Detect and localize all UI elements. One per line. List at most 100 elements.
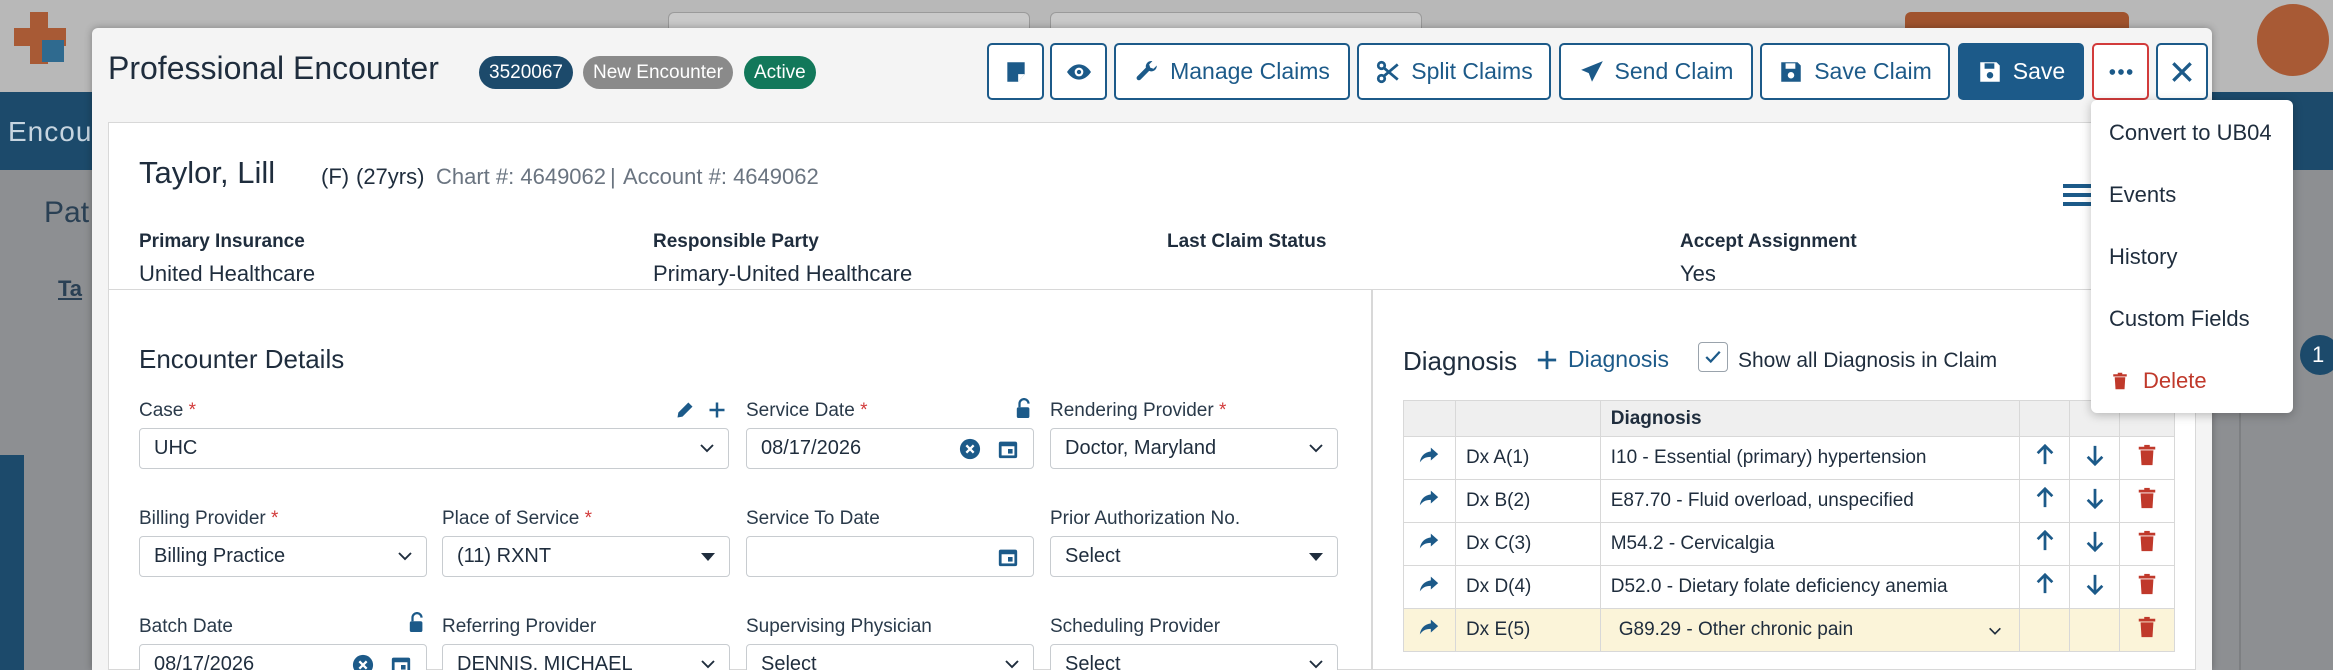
service-to-date-input[interactable] — [746, 536, 1034, 577]
calendar-icon[interactable] — [390, 654, 412, 670]
pencil-icon[interactable] — [675, 400, 695, 420]
arrow-up-icon[interactable] — [2034, 572, 2056, 596]
chart-number: Chart #: 4649062 — [436, 164, 607, 189]
bg-section-heading: Pat — [44, 196, 90, 229]
bg-sidebar — [0, 455, 24, 670]
unlock-icon[interactable] — [408, 612, 426, 634]
split-claims-label: Split Claims — [1411, 58, 1533, 84]
dx-description-select[interactable]: G89.29 - Other chronic pain — [1599, 608, 2021, 652]
trash-icon[interactable] — [2136, 486, 2158, 510]
menu-item-custom-fields[interactable]: Custom Fields — [2109, 306, 2250, 332]
encounter-details-panel: Encounter Details Case * UHC Service Dat… — [108, 290, 1372, 670]
responsible-party-label: Responsible Party — [653, 231, 819, 252]
dx-code: Dx B(2) — [1454, 479, 1601, 523]
accept-assignment-label: Accept Assignment — [1680, 231, 1857, 252]
new-encounter-badge: New Encounter — [583, 56, 733, 89]
menu-item-delete[interactable]: Delete — [2111, 368, 2207, 394]
case-label: Case * — [139, 400, 197, 421]
preview-button[interactable] — [1050, 43, 1107, 100]
case-select[interactable]: UHC — [139, 428, 729, 469]
notes-button[interactable] — [987, 43, 1044, 100]
split-claims-button[interactable]: Split Claims — [1357, 43, 1551, 100]
trash-icon[interactable] — [2136, 529, 2158, 553]
batch-date-input[interactable]: 08/17/2026 — [139, 644, 427, 670]
manage-claims-label: Manage Claims — [1170, 58, 1330, 84]
clear-circle-icon[interactable] — [959, 438, 981, 460]
trash-icon[interactable] — [2136, 572, 2158, 596]
save-button[interactable]: Save — [1958, 43, 2084, 100]
share-arrow-icon[interactable] — [1417, 530, 1441, 552]
share-arrow-icon[interactable] — [1417, 444, 1441, 466]
service-date-input[interactable]: 08/17/2026 — [746, 428, 1034, 469]
chevron-down-icon — [1989, 627, 2002, 635]
place-of-service-select[interactable]: (11) RXNT — [442, 536, 730, 577]
chevron-down-icon — [1309, 444, 1323, 453]
trash-icon[interactable] — [2136, 443, 2158, 467]
send-claim-button[interactable]: Send Claim — [1559, 43, 1753, 100]
supervising-physician-select[interactable]: Select — [746, 644, 1034, 670]
add-diagnosis-button[interactable]: Diagnosis — [1536, 346, 1669, 373]
sticky-note-icon — [1006, 61, 1025, 82]
table-row: Dx C(3) M54.2 - Cervicalgia — [1403, 522, 2175, 566]
show-all-diagnosis-label: Show all Diagnosis in Claim — [1738, 349, 1998, 372]
app-logo-icon — [14, 12, 66, 64]
patient-name: Taylor, Lill — [139, 155, 276, 190]
close-button[interactable] — [2156, 43, 2208, 100]
diagnosis-table-header: Diagnosis — [1403, 400, 2175, 437]
rendering-provider-select[interactable]: Doctor, Maryland — [1050, 428, 1338, 469]
wrench-icon — [1136, 60, 1157, 80]
menu-item-convert-ub04[interactable]: Convert to UB04 — [2109, 120, 2272, 146]
dx-code: Dx E(5) — [1454, 608, 1601, 652]
bg-patient-link: Ta — [58, 276, 83, 301]
batch-date-label: Batch Date — [139, 616, 233, 637]
prior-authorization-label: Prior Authorization No. — [1050, 508, 1241, 529]
plus-icon[interactable] — [707, 400, 727, 420]
modal-title: Professional Encounter — [108, 50, 439, 86]
save-claim-button[interactable]: Save Claim — [1760, 43, 1950, 100]
prior-authorization-select[interactable]: Select — [1050, 536, 1338, 577]
plus-icon — [1537, 350, 1557, 369]
trash-icon[interactable] — [2136, 615, 2158, 639]
show-all-diagnosis-checkbox[interactable] — [1698, 342, 1728, 372]
rendering-provider-label: Rendering Provider * — [1050, 400, 1227, 421]
accept-assignment-value: Yes — [1680, 261, 1716, 286]
share-arrow-icon[interactable] — [1417, 487, 1441, 509]
arrow-down-icon[interactable] — [2084, 443, 2106, 467]
arrow-up-icon[interactable] — [2034, 529, 2056, 553]
primary-insurance-value: United Healthcare — [139, 261, 316, 286]
encounter-id-badge: 3520067 — [479, 56, 573, 89]
hamburger-menu-icon[interactable] — [2063, 183, 2091, 207]
diagnosis-table: Diagnosis Dx A(1) I10 - Essential (prima… — [1403, 400, 2175, 652]
share-arrow-icon[interactable] — [1417, 573, 1441, 595]
scheduling-provider-label: Scheduling Provider — [1050, 616, 1221, 637]
diagnosis-panel: Diagnosis Diagnosis Show all Diagnosis i… — [1372, 290, 2196, 670]
encounter-modal: Professional Encounter 3520067 New Encou… — [92, 28, 2212, 670]
primary-insurance-label: Primary Insurance — [139, 231, 305, 252]
share-arrow-icon[interactable] — [1417, 616, 1441, 638]
billing-provider-select[interactable]: Billing Practice — [139, 536, 427, 577]
menu-item-events[interactable]: Events — [2109, 182, 2176, 208]
unlock-icon[interactable] — [1015, 398, 1033, 420]
scheduling-provider-select[interactable]: Select — [1050, 644, 1338, 670]
clear-circle-icon[interactable] — [352, 654, 374, 670]
arrow-down-icon[interactable] — [2084, 572, 2106, 596]
separator: | — [610, 164, 616, 189]
arrow-down-icon[interactable] — [2084, 529, 2106, 553]
account-number: Account #: 4649062 — [623, 164, 819, 189]
service-to-date-label: Service To Date — [746, 508, 880, 529]
more-options-button[interactable] — [2092, 43, 2149, 100]
referring-provider-label: Referring Provider — [442, 616, 597, 637]
chevron-down-icon — [1005, 660, 1019, 669]
floppy-disk-icon — [1781, 61, 1801, 82]
diagnosis-column-header: Diagnosis — [1599, 400, 2021, 437]
arrow-up-icon[interactable] — [2034, 443, 2056, 467]
calendar-icon[interactable] — [997, 438, 1019, 460]
calendar-icon[interactable] — [997, 546, 1019, 568]
referring-provider-select[interactable]: DENNIS, MICHAEL — [442, 644, 730, 670]
manage-claims-button[interactable]: Manage Claims — [1114, 43, 1350, 100]
close-icon — [2172, 61, 2192, 82]
arrow-up-icon[interactable] — [2034, 486, 2056, 510]
arrow-down-icon[interactable] — [2084, 486, 2106, 510]
menu-item-history[interactable]: History — [2109, 244, 2177, 270]
dx-code: Dx A(1) — [1454, 436, 1601, 480]
